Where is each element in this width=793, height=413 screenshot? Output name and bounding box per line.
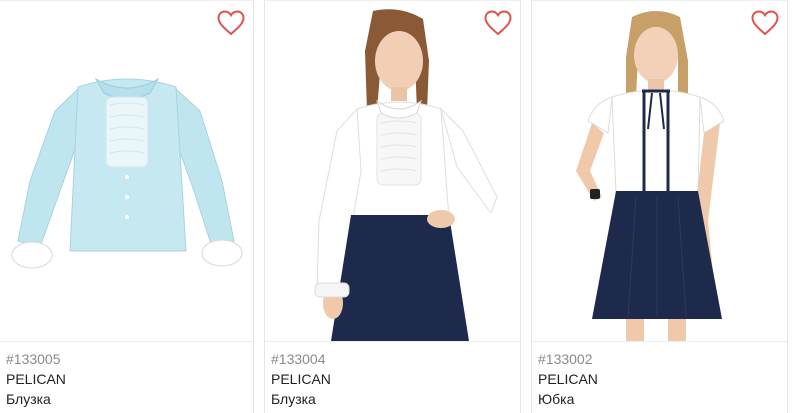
product-image[interactable]	[265, 1, 520, 341]
product-card[interactable]: #133002 PELICAN Юбка	[531, 0, 788, 413]
product-info: #133002 PELICAN Юбка	[538, 349, 781, 409]
product-image[interactable]	[0, 1, 253, 341]
heart-outline-icon[interactable]	[751, 10, 779, 36]
product-grid: #133005 PELICAN Блузка #133004 PELICAN Б…	[0, 0, 793, 413]
model-photo	[314, 9, 498, 341]
product-card[interactable]: #133005 PELICAN Блузка	[0, 0, 254, 413]
product-type: Блузка	[6, 391, 51, 407]
heart-outline-icon[interactable]	[484, 10, 512, 36]
heart-outline-icon[interactable]	[217, 10, 245, 36]
product-info: #133005 PELICAN Блузка	[6, 349, 247, 409]
model-photo	[576, 11, 725, 341]
product-brand[interactable]: PELICAN	[271, 369, 514, 389]
divider	[0, 341, 253, 342]
product-info: #133004 PELICAN Блузка	[271, 349, 514, 409]
blouse-illustration	[11, 77, 243, 269]
product-sku: #133002	[538, 351, 593, 367]
divider	[265, 341, 520, 342]
product-card[interactable]: #133004 PELICAN Блузка	[264, 0, 521, 413]
divider	[532, 341, 787, 342]
product-brand[interactable]: PELICAN	[6, 369, 247, 389]
product-image[interactable]	[532, 1, 787, 341]
product-sku: #133004	[271, 351, 326, 367]
product-type: Юбка	[538, 391, 575, 407]
product-brand[interactable]: PELICAN	[538, 369, 781, 389]
product-sku: #133005	[6, 351, 61, 367]
product-type: Блузка	[271, 391, 316, 407]
